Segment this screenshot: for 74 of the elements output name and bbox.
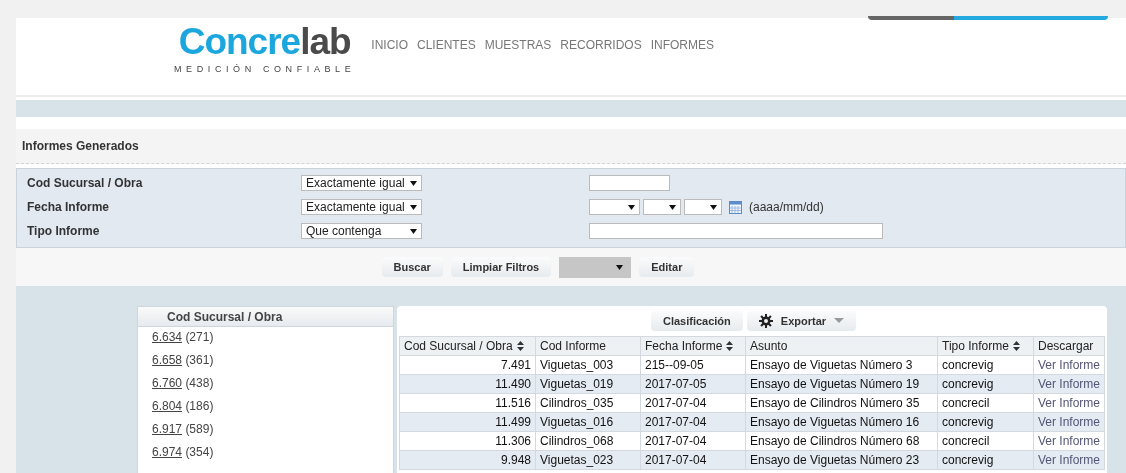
panel-header[interactable]: Cod Sucursal / Obra bbox=[138, 307, 393, 327]
operator-select[interactable]: Exactamente igual bbox=[301, 175, 422, 191]
nav-link[interactable]: INFORMES bbox=[650, 38, 715, 52]
sort-icon[interactable] bbox=[726, 341, 734, 351]
nav-link[interactable]: MUESTRAS bbox=[484, 38, 552, 52]
filter-label: Tipo Informe bbox=[27, 224, 101, 238]
table-cell: 11.516 bbox=[399, 393, 536, 413]
table-cell: concrecil bbox=[937, 393, 1034, 413]
caret-icon bbox=[410, 180, 417, 186]
logo: Concrelab MEDICIÓN CONFIABLE bbox=[174, 22, 356, 74]
filter-label: Cod Sucursal / Obra bbox=[27, 176, 144, 190]
table-cell: Cilindros_068 bbox=[535, 431, 641, 451]
table-cell: 215--09-05 bbox=[640, 355, 746, 375]
table-cell: concrevig bbox=[937, 355, 1034, 375]
column-header[interactable]: Cod Sucursal / Obra bbox=[399, 336, 536, 356]
caret-icon bbox=[410, 228, 417, 234]
filter-label: Fecha Informe bbox=[27, 200, 111, 214]
table-cell: 2017-07-04 bbox=[640, 393, 746, 413]
input-field[interactable] bbox=[589, 223, 883, 239]
count-label: (589) bbox=[185, 422, 214, 436]
action-button[interactable]: Limpiar Filtros bbox=[450, 257, 552, 277]
section-title: Informes Generados bbox=[22, 139, 139, 153]
table-cell: 7.491 bbox=[399, 355, 536, 375]
table-cell: Ensayo de Cilindros Número 68 bbox=[745, 431, 938, 451]
caret-icon bbox=[410, 204, 417, 210]
column-header[interactable]: Fecha Informe bbox=[640, 336, 746, 356]
code-link[interactable]: 6.974 bbox=[152, 445, 183, 459]
table-cell: concrecil bbox=[937, 431, 1034, 451]
nav-link[interactable]: RECORRIDOS bbox=[560, 38, 642, 52]
gear-icon bbox=[758, 314, 773, 328]
code-link[interactable]: 6.804 bbox=[152, 399, 183, 413]
caret-icon bbox=[616, 264, 624, 270]
table-cell: 11.306 bbox=[399, 431, 536, 451]
nav-link[interactable]: CLIENTES bbox=[417, 38, 476, 52]
export-button[interactable]: Exportar bbox=[746, 311, 857, 331]
count-label: (186) bbox=[185, 399, 214, 413]
column-header[interactable]: Descargar bbox=[1033, 336, 1105, 356]
table-cell: 2017-07-04 bbox=[640, 431, 746, 451]
count-label: (354) bbox=[185, 445, 214, 459]
caret-icon bbox=[710, 204, 717, 210]
report-link[interactable]: Ver Informe bbox=[1033, 431, 1105, 451]
sort-icon[interactable] bbox=[1012, 341, 1020, 351]
caret-icon bbox=[628, 204, 635, 210]
caret-icon bbox=[834, 318, 845, 324]
caret-icon bbox=[669, 204, 676, 210]
action-button[interactable]: Buscar bbox=[381, 257, 443, 277]
code-link[interactable]: 6.634 bbox=[152, 330, 183, 344]
column-header[interactable]: Asunto bbox=[745, 336, 938, 356]
input-field[interactable] bbox=[589, 175, 670, 191]
calendar-icon[interactable] bbox=[729, 200, 742, 214]
code-link[interactable]: 6.917 bbox=[152, 422, 183, 436]
date-format-hint: (aaaa/mm/dd) bbox=[749, 200, 824, 214]
table-cell: Ensayo de Cilindros Número 35 bbox=[745, 393, 938, 413]
classify-button[interactable]: Clasificación bbox=[650, 311, 743, 331]
table-cell: Cilindros_035 bbox=[535, 393, 641, 413]
nav-link[interactable]: INICIO bbox=[371, 38, 408, 52]
action-button[interactable]: Editar bbox=[639, 257, 695, 277]
count-label: (438) bbox=[185, 376, 214, 390]
report-link[interactable]: Ver Informe bbox=[1033, 393, 1105, 413]
column-header[interactable]: Cod Informe bbox=[535, 336, 641, 356]
count-label: (361) bbox=[185, 353, 214, 367]
count-label: (271) bbox=[185, 330, 214, 344]
code-link[interactable]: 6.658 bbox=[152, 353, 183, 367]
sort-icon[interactable] bbox=[516, 341, 524, 351]
operator-select[interactable]: Exactamente igual bbox=[301, 199, 422, 215]
table-cell: Ensayo de Viguetas Número 3 bbox=[745, 355, 938, 375]
table-cell: Viguetas_003 bbox=[535, 355, 641, 375]
operator-select[interactable]: Que contenga bbox=[301, 223, 422, 239]
code-link[interactable]: 6.760 bbox=[152, 376, 183, 390]
month-select[interactable] bbox=[643, 199, 681, 215]
day-select[interactable] bbox=[684, 199, 722, 215]
column-header[interactable]: Tipo Informe bbox=[937, 336, 1034, 356]
year-select[interactable] bbox=[589, 199, 640, 215]
report-link[interactable]: Ver Informe bbox=[1033, 355, 1105, 375]
